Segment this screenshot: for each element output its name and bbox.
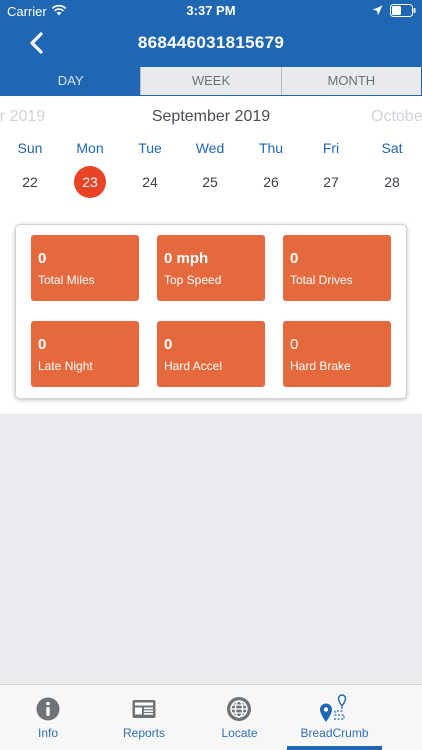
stat-value: 0 xyxy=(164,336,173,353)
month-current-label: September 2019 xyxy=(151,108,271,125)
stat-label: Top Speed xyxy=(164,273,222,287)
stat-tile-top-speed: 0 mph Top Speed xyxy=(157,235,265,301)
tab-label: Reports xyxy=(122,726,166,740)
stat-label: Total Drives xyxy=(290,273,353,287)
date-row: 22 23 24 25 26 27 28 xyxy=(0,166,422,198)
segment-day[interactable]: DAY xyxy=(1,67,141,95)
date-cell[interactable]: 24 xyxy=(134,166,166,198)
stat-tile-total-drives: 0 Total Drives xyxy=(283,235,391,301)
breadcrumb-pin-icon xyxy=(320,694,347,722)
stat-tile-late-night: 0 Late Night xyxy=(31,321,139,387)
status-time: 3:37 PM xyxy=(186,3,236,18)
date-cell[interactable]: 26 xyxy=(255,166,287,198)
stat-tile-hard-brake: 0 Hard Brake xyxy=(283,321,391,387)
date-cell[interactable]: 28 xyxy=(376,166,408,198)
segment-week[interactable]: WEEK xyxy=(140,67,280,95)
stat-value: 0 mph xyxy=(164,250,209,267)
stat-tile-total-miles: 0 Total Miles xyxy=(31,235,139,301)
globe-icon xyxy=(227,697,251,721)
stat-label: Hard Accel xyxy=(164,359,223,373)
period-segmented-control: DAY WEEK MONTH xyxy=(0,66,422,96)
location-arrow-icon xyxy=(372,5,383,16)
tab-label: BreadCrumb xyxy=(300,726,369,740)
battery-icon xyxy=(390,4,416,17)
content-background xyxy=(0,414,422,684)
date-cell[interactable]: 22 xyxy=(14,166,46,198)
stat-value: 0 xyxy=(38,250,47,267)
weekday-label: Thu xyxy=(258,140,284,156)
stat-label: Late Night xyxy=(38,359,93,373)
tab-bar: Info Reports Locate BreadCrumb xyxy=(0,684,422,750)
date-cell[interactable]: 27 xyxy=(315,166,347,198)
segment-month[interactable]: MONTH xyxy=(280,67,421,95)
weekday-label: Tue xyxy=(138,140,162,156)
tab-label: Info xyxy=(37,726,58,740)
weekday-row: Sun Mon Tue Wed Thu Fri Sat xyxy=(0,140,422,158)
tab-label: Locate xyxy=(221,726,258,740)
month-header: ber 2019 September 2019 October xyxy=(0,104,422,130)
weekday-label: Fri xyxy=(322,140,340,156)
stat-label: Hard Brake xyxy=(290,359,351,373)
stat-value: 0 xyxy=(290,336,299,353)
stat-tile-hard-accel: 0 Hard Accel xyxy=(157,321,265,387)
tab-info[interactable]: Info xyxy=(0,685,96,750)
tab-breadcrumb[interactable]: BreadCrumb xyxy=(287,685,382,750)
month-next-label[interactable]: October xyxy=(371,108,422,126)
status-bar: Carrier 3:37 PM xyxy=(0,0,422,22)
tab-reports[interactable]: Reports xyxy=(96,685,192,750)
header: Carrier 3:37 PM 868446031815679 DAY WEEK… xyxy=(0,0,422,96)
date-cell-selected[interactable]: 23 xyxy=(74,166,106,198)
stat-value: 0 xyxy=(38,336,47,353)
newspaper-icon xyxy=(132,700,156,718)
weekday-label: Wed xyxy=(195,140,225,156)
stat-label: Total Miles xyxy=(38,273,95,287)
active-tab-indicator xyxy=(287,746,382,750)
date-cell[interactable]: 25 xyxy=(194,166,226,198)
stats-card: 0 Total Miles 0 mph Top Speed 0 Total Dr… xyxy=(15,224,407,399)
page-title: 868446031815679 xyxy=(137,33,285,52)
weekday-label: Mon xyxy=(76,140,104,156)
tab-locate[interactable]: Locate xyxy=(192,685,287,750)
weekday-label: Sat xyxy=(381,140,403,156)
weekday-label: Sun xyxy=(17,140,43,156)
stat-value: 0 xyxy=(290,250,299,267)
info-icon xyxy=(36,697,60,721)
